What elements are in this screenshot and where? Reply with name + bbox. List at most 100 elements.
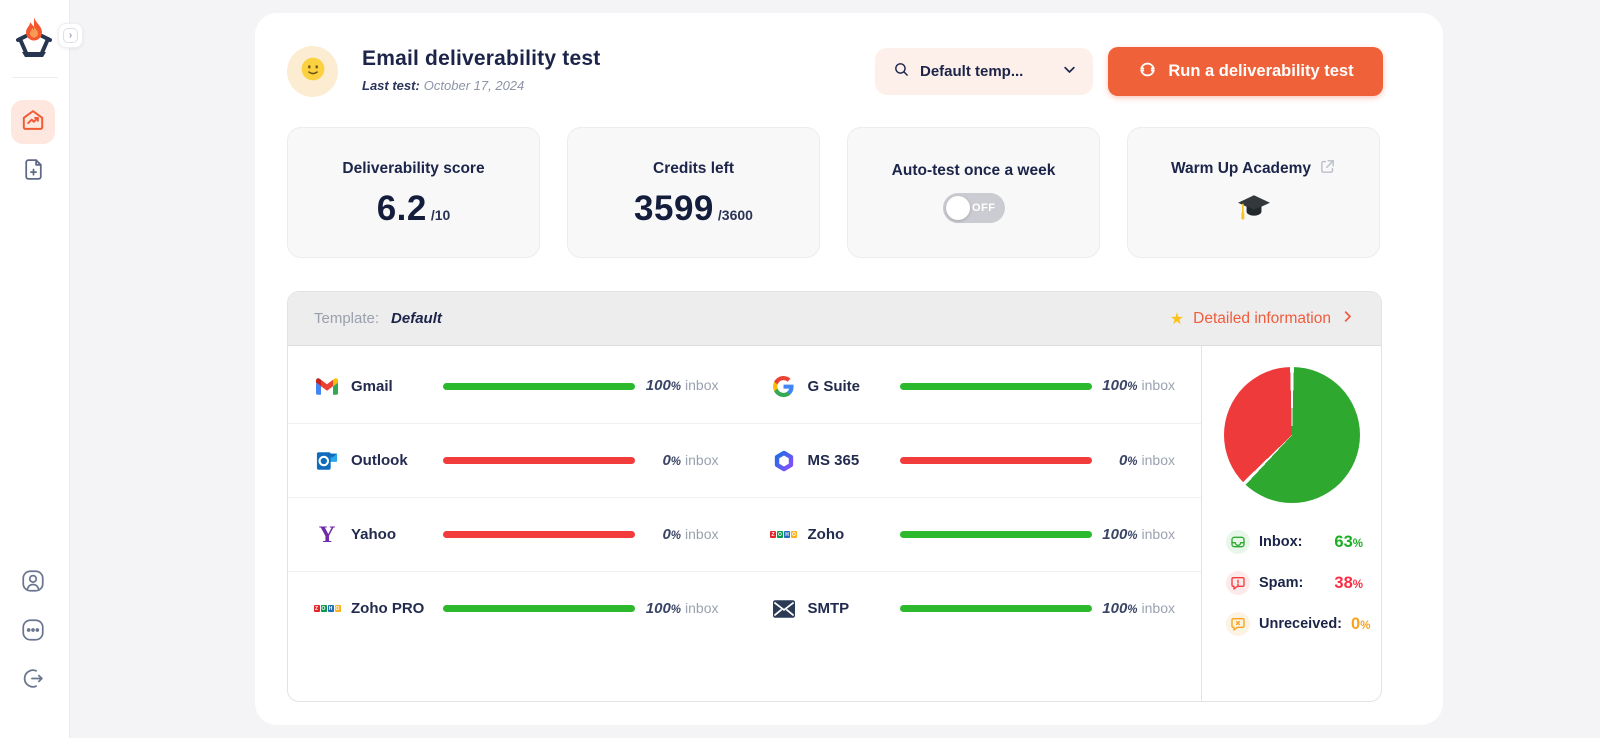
provider-inbox-percentage: 100%inbox bbox=[1092, 377, 1176, 395]
logout-icon bbox=[21, 666, 46, 696]
gsuite-icon bbox=[771, 376, 797, 397]
provider-row-smtp: SMTP 100%inbox bbox=[745, 571, 1202, 645]
card-auto-test: Auto-test once a week OFF bbox=[847, 127, 1100, 258]
provider-inbox-bar bbox=[900, 383, 1092, 390]
sidebar-item-profile[interactable] bbox=[11, 561, 55, 605]
deliverability-pie-chart bbox=[1224, 367, 1360, 503]
chevron-right-icon bbox=[1340, 309, 1355, 329]
pie-column: Inbox:63% Spam: 38% Unreceived:0% bbox=[1201, 346, 1381, 701]
sidebar-item-logout[interactable] bbox=[11, 659, 55, 703]
score-suffix: /10 bbox=[431, 207, 450, 223]
provider-inbox-bar bbox=[900, 605, 1092, 612]
sidebar-divider bbox=[12, 77, 58, 78]
outlook-icon bbox=[314, 450, 340, 472]
provider-name: Yahoo bbox=[351, 526, 443, 543]
home-analytics-icon bbox=[20, 107, 46, 138]
legend-label: Inbox: bbox=[1259, 534, 1325, 550]
provider-inbox-percentage: 0%inbox bbox=[1092, 452, 1176, 470]
score-label: Deliverability score bbox=[342, 160, 484, 178]
provider-inbox-percentage: 100%inbox bbox=[1092, 600, 1176, 618]
header-title-block: Email deliverability test Last test:Octo… bbox=[362, 47, 600, 93]
provider-row-zoho-pro: ZO HO Zoho PRO 100%inbox bbox=[288, 571, 745, 645]
provider-name: G Suite bbox=[808, 378, 900, 395]
card-warmup-academy[interactable]: Warm Up Academy bbox=[1127, 127, 1380, 258]
external-link-icon[interactable] bbox=[1319, 158, 1336, 180]
detailed-information-link[interactable]: ★ Detailed information bbox=[1170, 309, 1355, 329]
provider-row-zoho: ZO HO Zoho 100%inbox bbox=[745, 497, 1202, 571]
provider-name: Outlook bbox=[351, 452, 443, 469]
credits-suffix: /3600 bbox=[718, 207, 753, 223]
provider-name: Gmail bbox=[351, 378, 443, 395]
template-select[interactable]: Default temp... bbox=[875, 48, 1093, 95]
sidebar-collapse-button[interactable]: › bbox=[58, 23, 83, 48]
provider-row-yahoo: Y Yahoo 0%inbox bbox=[288, 497, 745, 571]
provider-row-gmail: Gmail 100%inbox bbox=[288, 349, 745, 423]
provider-name: Zoho PRO bbox=[351, 600, 443, 617]
pie-legend: Inbox:63% Spam: 38% Unreceived:0% bbox=[1202, 530, 1381, 636]
graduation-cap-icon bbox=[1237, 193, 1271, 228]
detailed-information-label: Detailed information bbox=[1193, 310, 1331, 328]
provider-row-ms-365: MS 3650%inbox bbox=[745, 423, 1202, 497]
score-value: 6.2 bbox=[377, 191, 427, 226]
credits-value: 3599 bbox=[634, 191, 714, 226]
last-test-label: Last test: bbox=[362, 78, 420, 93]
providers-grid: Gmail 100%inbox G Suite 100%inbox Outlook 0… bbox=[288, 346, 1201, 701]
toggle-knob bbox=[946, 196, 970, 220]
provider-row-g-suite: G Suite 100%inbox bbox=[745, 349, 1202, 423]
provider-name: Zoho bbox=[808, 526, 900, 543]
file-plus-icon bbox=[21, 157, 46, 187]
search-icon bbox=[893, 61, 910, 83]
legend-label: Unreceived: bbox=[1259, 616, 1342, 632]
legend-label: Spam: bbox=[1259, 575, 1325, 591]
legend-value: 38% bbox=[1334, 574, 1363, 593]
provider-inbox-percentage: 100%inbox bbox=[1092, 526, 1176, 544]
flame-inbox-logo-icon bbox=[12, 14, 56, 58]
sidebar: › bbox=[0, 0, 70, 738]
panel-body: Gmail 100%inbox G Suite 100%inbox Outlook 0… bbox=[288, 346, 1381, 701]
template-panel: Template: Default ★ Detailed information… bbox=[287, 291, 1382, 702]
provider-inbox-percentage: 100%inbox bbox=[635, 377, 719, 395]
legend-item-inbox: Inbox:63% bbox=[1226, 530, 1363, 554]
sidebar-item-new-test[interactable] bbox=[11, 150, 55, 194]
star-icon: ★ bbox=[1170, 309, 1184, 329]
stats-row: Deliverability score 6.2 /10 Credits lef… bbox=[287, 127, 1380, 258]
provider-inbox-bar bbox=[443, 457, 635, 464]
run-deliverability-test-button[interactable]: Run a deliverability test bbox=[1108, 47, 1383, 96]
card-credits-left: Credits left 3599 /3600 bbox=[567, 127, 820, 258]
provider-name: SMTP bbox=[808, 600, 900, 617]
unreceived-icon bbox=[1226, 612, 1250, 636]
main-panel: Email deliverability test Last test:Octo… bbox=[255, 13, 1443, 725]
user-profile-icon bbox=[20, 568, 46, 599]
yahoo-icon: Y bbox=[314, 523, 340, 546]
provider-inbox-percentage: 0%inbox bbox=[635, 526, 719, 544]
auto-test-toggle[interactable]: OFF bbox=[943, 193, 1005, 223]
smtp-icon bbox=[771, 600, 797, 618]
sidebar-item-dashboard[interactable] bbox=[11, 100, 55, 144]
credits-label: Credits left bbox=[653, 160, 734, 178]
template-bar: Template: Default ★ Detailed information bbox=[288, 292, 1381, 346]
zoho-icon: ZO HO bbox=[314, 605, 340, 612]
gmail-icon bbox=[314, 378, 340, 395]
zoho-icon: ZO HO bbox=[771, 531, 797, 538]
provider-inbox-percentage: 100%inbox bbox=[635, 600, 719, 618]
template-value: Default bbox=[391, 310, 442, 327]
provider-inbox-bar bbox=[900, 457, 1092, 464]
ms365-icon bbox=[771, 450, 797, 472]
smiley-emoji-icon bbox=[300, 56, 326, 87]
toggle-state-label: OFF bbox=[972, 202, 996, 214]
provider-inbox-bar bbox=[443, 605, 635, 612]
deliverability-gauge-icon bbox=[1137, 59, 1158, 85]
provider-inbox-bar bbox=[443, 531, 635, 538]
legend-item-unreceived: Unreceived:0% bbox=[1226, 612, 1363, 636]
provider-row-outlook: Outlook 0%inbox bbox=[288, 423, 745, 497]
provider-inbox-percentage: 0%inbox bbox=[635, 452, 719, 470]
card-deliverability-score: Deliverability score 6.2 /10 bbox=[287, 127, 540, 258]
sidebar-item-more[interactable] bbox=[11, 610, 55, 654]
more-ellipsis-icon bbox=[20, 617, 46, 648]
template-select-value: Default temp... bbox=[920, 63, 1052, 80]
last-test-date: October 17, 2024 bbox=[424, 78, 524, 93]
avatar bbox=[287, 46, 338, 97]
legend-item-spam: Spam: 38% bbox=[1226, 571, 1363, 595]
provider-inbox-bar bbox=[900, 531, 1092, 538]
last-test-subtitle: Last test: October 17, 2024 bbox=[362, 78, 600, 93]
